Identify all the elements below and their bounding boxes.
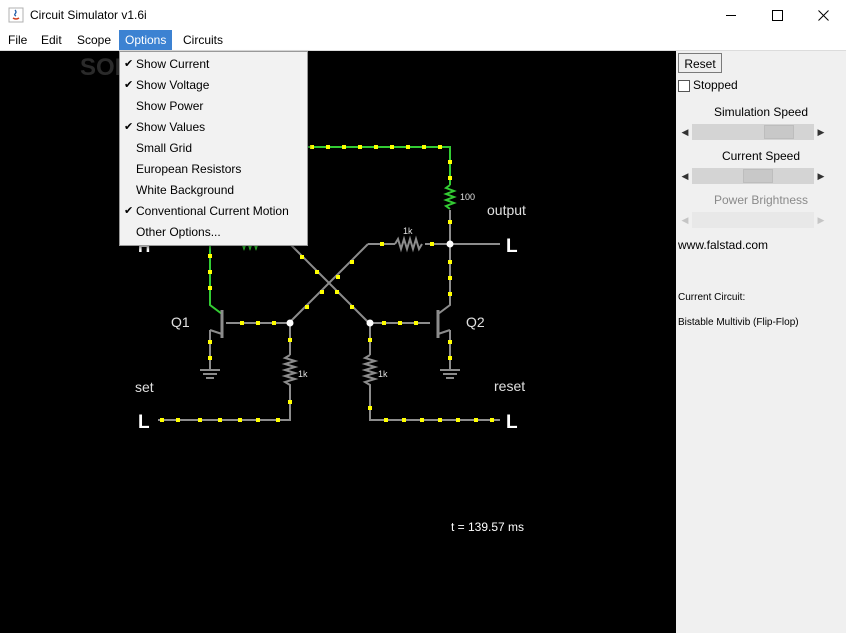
resistor-value-100: 100 (460, 192, 475, 202)
resistor-value-1k-left: 1k (298, 369, 308, 379)
slider-thumb (738, 213, 768, 227)
options-dropdown: ✔ Show Current ✔ Show Voltage Show Power ✔ Sho… (119, 51, 308, 246)
slider-thumb[interactable] (764, 125, 794, 139)
circuit-canvas[interactable]: SOFTPEDIA (0, 51, 676, 633)
options-menu-item[interactable]: ✔ Show Voltage (120, 75, 307, 96)
logic-set-terminal[interactable]: L (138, 412, 150, 433)
title-bar: Circuit Simulator v1.6i (0, 0, 846, 30)
options-menu-item[interactable]: ✔ Conventional Current Motion (120, 201, 307, 222)
current-speed-slider[interactable]: ◀ ▶ (678, 168, 828, 184)
maximize-button[interactable] (754, 0, 800, 30)
options-menu-item[interactable]: Other Options... (120, 222, 307, 243)
checkmark-icon: ✔ (124, 205, 134, 217)
power-brightness-slider: ◀ ▶ (678, 212, 828, 228)
chevron-left-icon[interactable]: ◀ (678, 168, 692, 184)
menu-file[interactable]: File (2, 30, 33, 50)
menu-edit[interactable]: Edit (35, 30, 68, 50)
menu-scope[interactable]: Scope (71, 30, 117, 50)
options-menu-item[interactable]: Small Grid (120, 138, 307, 159)
chevron-right-icon: ▶ (814, 212, 828, 228)
minimize-button[interactable] (708, 0, 754, 30)
current-speed-label: Current Speed (721, 149, 801, 163)
options-menu-item-label: European Resistors (136, 162, 242, 176)
minimize-icon (726, 14, 736, 16)
menu-circuits[interactable]: Circuits (177, 30, 229, 50)
chevron-right-icon[interactable]: ▶ (814, 124, 828, 140)
simulation-speed-slider[interactable]: ◀ ▶ (678, 124, 828, 140)
logic-reset-terminal[interactable]: L (506, 412, 518, 433)
circuit-diagram[interactable]: SOFTPEDIA (0, 51, 676, 633)
simulation-speed-label: Simulation Speed (713, 105, 809, 119)
website-link[interactable]: www.falstad.com (678, 238, 768, 252)
chevron-left-icon: ◀ (678, 212, 692, 228)
label-set: set (135, 379, 154, 395)
chevron-left-icon[interactable]: ◀ (678, 124, 692, 140)
checkmark-icon: ✔ (124, 79, 134, 91)
label-q2: Q2 (466, 314, 485, 330)
chevron-right-icon[interactable]: ▶ (814, 168, 828, 184)
options-menu-item-label: Show Current (136, 57, 210, 71)
control-panel: Reset Stopped Simulation Speed ◀ ▶ Curre… (676, 51, 846, 633)
resistor-value-1k-mid: 1k (403, 226, 413, 236)
options-menu-item[interactable]: White Background (120, 180, 307, 201)
options-menu-item-label: Show Voltage (136, 78, 210, 92)
options-menu-item-label: Small Grid (136, 141, 193, 155)
menu-bar: File Edit Scope Options Circuits (0, 30, 846, 51)
menu-options[interactable]: Options (119, 30, 173, 50)
label-output: output (487, 202, 526, 218)
close-icon (817, 9, 829, 21)
options-menu-item[interactable]: European Resistors (120, 159, 307, 180)
slider-track (692, 124, 814, 140)
logic-output-terminal[interactable]: L (506, 236, 518, 257)
options-menu-item[interactable]: ✔ Show Values (120, 117, 307, 138)
slider-track (692, 168, 814, 184)
current-circuit-label: Current Circuit: (678, 292, 746, 303)
current-circuit-name: Bistable Multivib (Flip-Flop) (678, 317, 799, 328)
maximize-icon (771, 9, 783, 21)
stopped-label: Stopped (693, 78, 738, 92)
junction-nodes (286, 240, 454, 327)
checkmark-icon: ✔ (124, 121, 134, 133)
slider-thumb[interactable] (743, 169, 773, 183)
time-display: t = 139.57 ms (451, 520, 524, 534)
checkmark-icon: ✔ (124, 58, 134, 70)
options-menu-item[interactable]: Show Power (120, 96, 307, 117)
stopped-checkbox[interactable] (678, 80, 690, 92)
window-title: Circuit Simulator v1.6i (30, 8, 147, 22)
power-brightness-label: Power Brightness (713, 193, 809, 207)
resistor-value-1k-right: 1k (378, 369, 388, 379)
slider-track (692, 212, 814, 228)
options-menu-item-label: Show Power (136, 99, 204, 113)
java-app-icon (8, 7, 24, 23)
reset-button[interactable]: Reset (678, 53, 722, 73)
options-menu-item-label: White Background (136, 183, 235, 197)
label-q1: Q1 (171, 314, 190, 330)
label-reset: reset (494, 378, 525, 394)
options-menu-item[interactable]: ✔ Show Current (120, 54, 307, 75)
close-button[interactable] (800, 0, 846, 30)
options-menu-item-label: Show Values (136, 120, 206, 134)
options-menu-item-label: Other Options... (136, 225, 221, 239)
options-menu-item-label: Conventional Current Motion (136, 204, 289, 218)
